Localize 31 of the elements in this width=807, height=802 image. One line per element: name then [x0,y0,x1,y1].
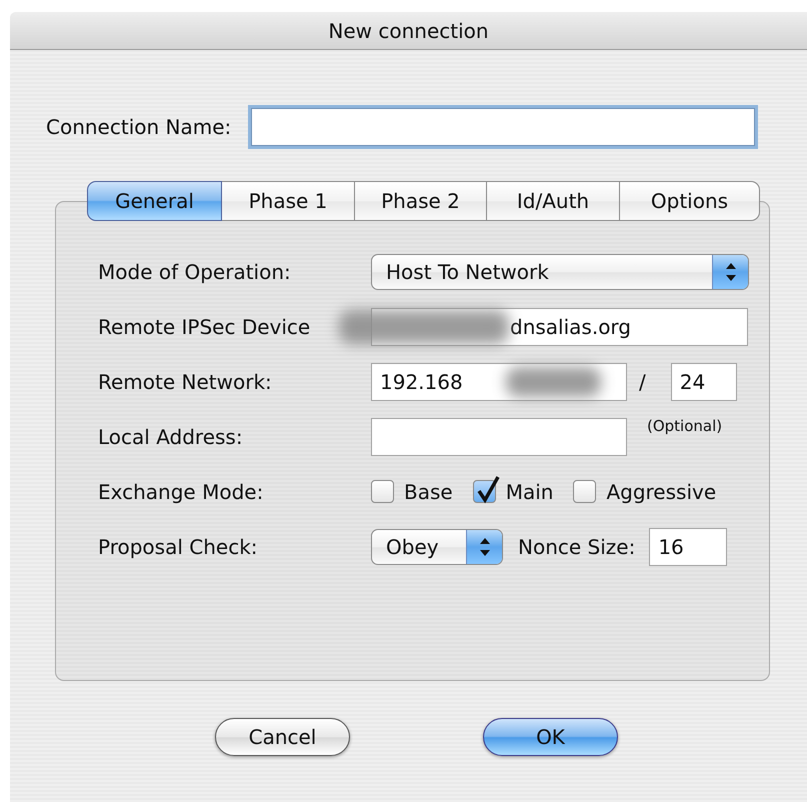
separator-label: / [639,370,646,394]
field-label: Remote IPSec Device [98,314,312,338]
checkbox-label: Main [506,480,554,504]
field-label: Remote Network: [98,370,273,394]
field-label: Local Address: [98,424,244,448]
ok-button[interactable]: OK [483,718,618,756]
tab[interactable]: Id/Auth [487,181,620,221]
tab[interactable]: Phase 1 [222,181,355,221]
tab[interactable]: General [87,181,222,221]
optional-note: (Optional) [647,417,722,435]
checkbox[interactable] [371,480,394,503]
checkbox-label: Base [404,480,453,504]
cancel-button[interactable]: Cancel [215,718,350,756]
checkbox[interactable] [573,480,596,503]
field-label: Proposal Check: [98,534,259,558]
text-field[interactable] [371,418,627,456]
proposal-popup[interactable]: Obey [371,528,503,564]
tab[interactable]: Phase 2 [355,181,487,221]
connection-name-field[interactable] [251,108,756,146]
checkbox-label: Aggressive [606,480,716,504]
window-title: New connection [328,18,489,42]
field-label: Nonce Size: [518,534,636,558]
tab[interactable]: Options [620,181,760,221]
nonce-size-field[interactable]: 16 [649,528,728,566]
field-label: Exchange Mode: [98,480,264,504]
mode-popup[interactable]: Host To Network [371,254,749,290]
prefix-field[interactable]: 24 [670,362,737,400]
field-label: Connection Name: [46,115,232,139]
stepper-icon [466,530,502,564]
field-label: Mode of Operation: [98,260,292,284]
stepper-icon [712,254,748,288]
